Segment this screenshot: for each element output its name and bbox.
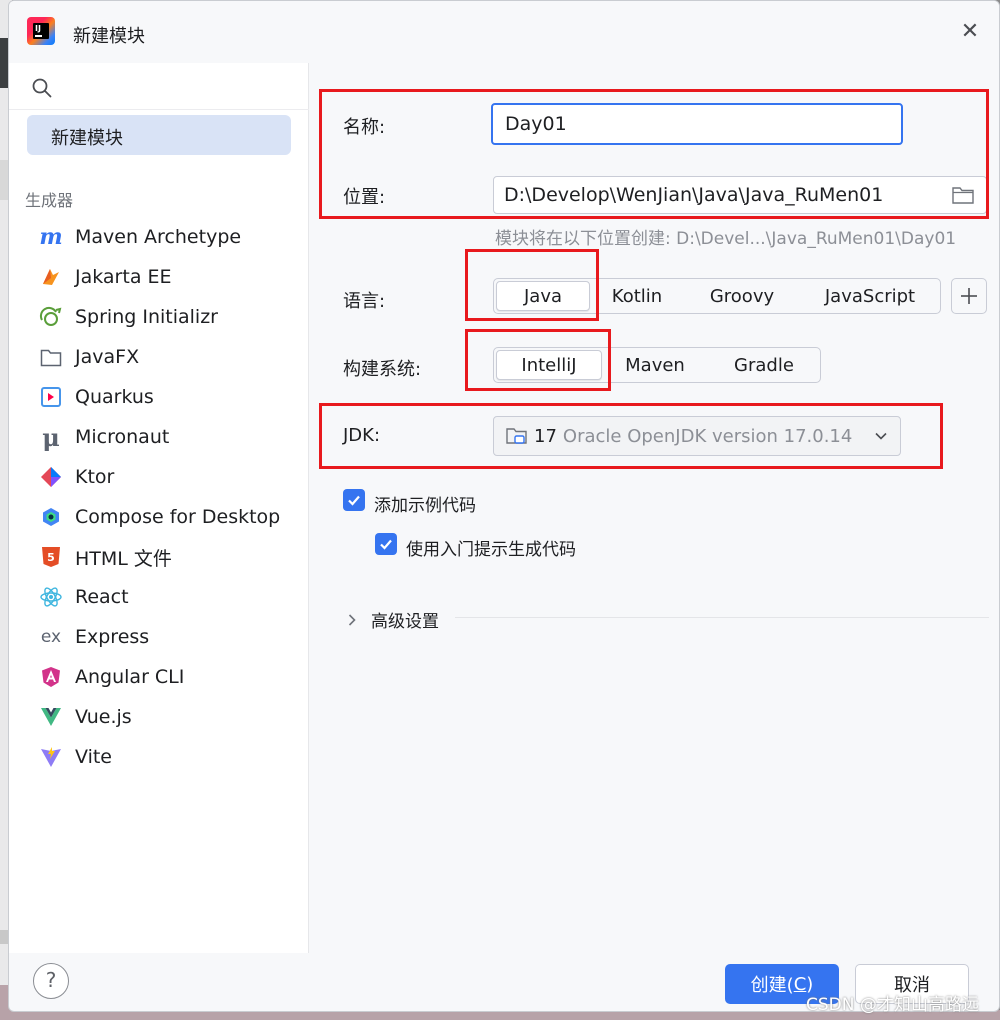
generator-angular-cli[interactable]: Angular CLI <box>39 657 299 697</box>
react-icon <box>39 585 63 609</box>
location-value: D:\Develop\WenJian\Java\Java_RuMen01 <box>504 184 884 206</box>
generator-sidebar: 新建模块 生成器 m Maven Archetype Jakarta EE Sp… <box>9 63 309 953</box>
html5-icon: 5 <box>39 545 63 569</box>
close-button[interactable]: ✕ <box>959 21 981 43</box>
jakarta-ee-icon <box>39 265 63 289</box>
advanced-settings-toggle[interactable]: 高级设置 <box>345 607 439 632</box>
new-module-dialog: IJ 新建模块 ✕ 新建模块 生成器 m Maven Archetype Jak… <box>8 0 1000 1012</box>
svg-text:5: 5 <box>47 551 55 564</box>
help-button[interactable]: ? <box>33 963 69 999</box>
vue-icon <box>39 705 63 729</box>
micronaut-icon: μ <box>42 422 60 452</box>
generator-label: Quarkus <box>75 386 154 408</box>
generator-maven-archetype[interactable]: m Maven Archetype <box>39 217 299 257</box>
generator-label: Spring Initializr <box>75 306 218 328</box>
compose-icon <box>39 505 63 529</box>
generator-compose-for-desktop[interactable]: Compose for Desktop <box>39 497 299 537</box>
generator-label: Compose for Desktop <box>75 506 281 528</box>
add-sample-code-checkbox[interactable] <box>343 489 365 511</box>
location-label: 位置: <box>343 187 386 208</box>
angular-icon <box>39 665 63 689</box>
javafx-folder-icon <box>39 345 63 369</box>
build-option-intellij[interactable]: IntelliJ <box>496 350 602 380</box>
advanced-settings-label: 高级设置 <box>371 612 439 632</box>
sidebar-item-new-module[interactable]: 新建模块 <box>27 115 291 155</box>
express-icon: ex <box>40 627 62 647</box>
jdk-description: Oracle OpenJDK version 17.0.14 <box>562 425 853 447</box>
language-selector: Java Kotlin Groovy JavaScript <box>493 278 941 314</box>
spring-icon <box>39 305 63 329</box>
generators-heading: 生成器 <box>25 191 74 210</box>
generator-micronaut[interactable]: μ Micronaut <box>39 417 299 457</box>
search-icon[interactable] <box>31 77 53 99</box>
vite-icon <box>39 745 63 769</box>
generator-label: Express <box>75 626 150 648</box>
generator-list: m Maven Archetype Jakarta EE Spring Init… <box>39 217 299 777</box>
create-label: 创建( <box>750 975 794 996</box>
generator-label: Vue.js <box>75 706 132 728</box>
sidebar-divider <box>9 109 309 110</box>
build-option-gradle[interactable]: Gradle <box>708 350 820 380</box>
build-system-selector: IntelliJ Maven Gradle <box>493 347 821 383</box>
module-settings-panel: 名称: 位置: D:\Develop\WenJian\Java\Java_RuM… <box>309 63 999 953</box>
generator-quarkus[interactable]: Quarkus <box>39 377 299 417</box>
generator-label: Jakarta EE <box>75 266 172 288</box>
dialog-title: 新建模块 <box>73 26 145 47</box>
quarkus-icon <box>39 385 63 409</box>
csdn-watermark: CSDN @才知山高路远 <box>806 995 979 1015</box>
chevron-right-icon <box>348 613 356 626</box>
build-option-maven[interactable]: Maven <box>602 350 708 380</box>
intellij-idea-icon: IJ <box>27 17 55 45</box>
sidebar-item-label: 新建模块 <box>51 128 123 149</box>
generator-label: Micronaut <box>75 426 170 448</box>
generator-ktor[interactable]: Ktor <box>39 457 299 497</box>
language-option-javascript[interactable]: JavaScript <box>800 281 940 311</box>
generator-label: JavaFX <box>75 346 140 368</box>
checkmark-icon <box>380 539 392 550</box>
add-sample-code-label: 添加示例代码 <box>374 496 476 516</box>
ktor-icon <box>39 465 63 489</box>
name-label: 名称: <box>343 117 386 138</box>
language-option-kotlin[interactable]: Kotlin <box>590 281 684 311</box>
chevron-down-icon <box>875 432 887 440</box>
generator-vue-js[interactable]: Vue.js <box>39 697 299 737</box>
title-bar: IJ 新建模块 ✕ <box>9 1 999 63</box>
generator-express[interactable]: ex Express <box>39 617 299 657</box>
generator-jakarta-ee[interactable]: Jakarta EE <box>39 257 299 297</box>
generator-label: Angular CLI <box>75 666 185 688</box>
jdk-dropdown[interactable]: 17 Oracle OpenJDK version 17.0.14 <box>493 416 901 456</box>
generator-vite[interactable]: Vite <box>39 737 299 777</box>
generator-label: Maven Archetype <box>75 226 242 248</box>
name-field[interactable] <box>491 103 903 145</box>
folder-icon[interactable] <box>952 186 974 204</box>
language-option-groovy[interactable]: Groovy <box>684 281 800 311</box>
jdk-label: JDK: <box>343 425 381 446</box>
add-language-button[interactable] <box>951 278 987 314</box>
generator-spring-initializr[interactable]: Spring Initializr <box>39 297 299 337</box>
plus-icon <box>961 288 977 304</box>
language-option-java[interactable]: Java <box>496 281 590 311</box>
jdk-version: 17 <box>534 425 557 447</box>
generator-label: HTML 文件 <box>75 547 172 570</box>
generator-javafx[interactable]: JavaFX <box>39 337 299 377</box>
generator-label: Vite <box>75 746 112 768</box>
advanced-divider <box>455 617 989 618</box>
checkmark-icon <box>348 495 360 506</box>
onboarding-tips-checkbox[interactable] <box>375 533 397 555</box>
location-field[interactable]: D:\Develop\WenJian\Java\Java_RuMen01 <box>493 176 987 214</box>
maven-icon: m <box>39 224 63 250</box>
generator-label: Ktor <box>75 466 115 488</box>
build-system-label: 构建系统: <box>343 359 422 380</box>
language-label: 语言: <box>343 291 386 312</box>
generator-label: React <box>75 586 129 608</box>
jdk-folder-icon <box>506 428 527 444</box>
location-hint: 模块将在以下位置创建: D:\Devel...\Java_RuMen01\Day… <box>495 229 957 249</box>
generator-html-file[interactable]: 5 HTML 文件 <box>39 537 299 577</box>
onboarding-tips-label: 使用入门提示生成代码 <box>406 540 576 560</box>
create-mnemonic: C <box>793 973 807 995</box>
generator-react[interactable]: React <box>39 577 299 617</box>
